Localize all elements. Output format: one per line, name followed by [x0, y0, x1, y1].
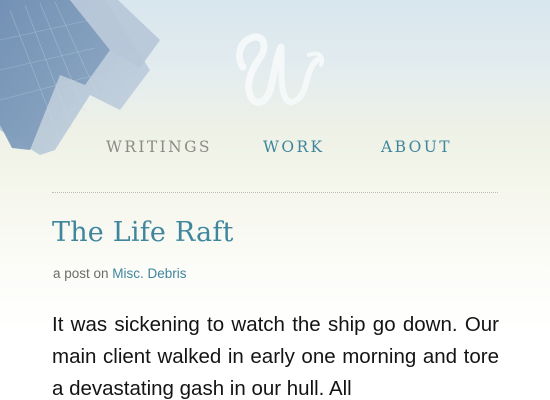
script-w-logo-icon[interactable]: [221, 25, 333, 115]
post-meta: a post on Misc. Debris: [53, 266, 187, 281]
nav-item-writings[interactable]: WRITINGS: [106, 138, 212, 156]
post-title[interactable]: The Life Raft: [52, 217, 234, 248]
nav-item-about[interactable]: ABOUT: [381, 138, 452, 156]
main-nav: WRITINGS WORK ABOUT: [0, 138, 550, 162]
post-body: It was sickening to watch the ship go do…: [52, 313, 499, 400]
post-meta-prefix: a post on: [53, 266, 113, 281]
skyscrapers-illustration: [0, 0, 160, 155]
nav-item-work[interactable]: WORK: [263, 138, 325, 156]
post-category-link[interactable]: Misc. Debris: [112, 266, 186, 281]
nav-divider: [52, 192, 498, 193]
